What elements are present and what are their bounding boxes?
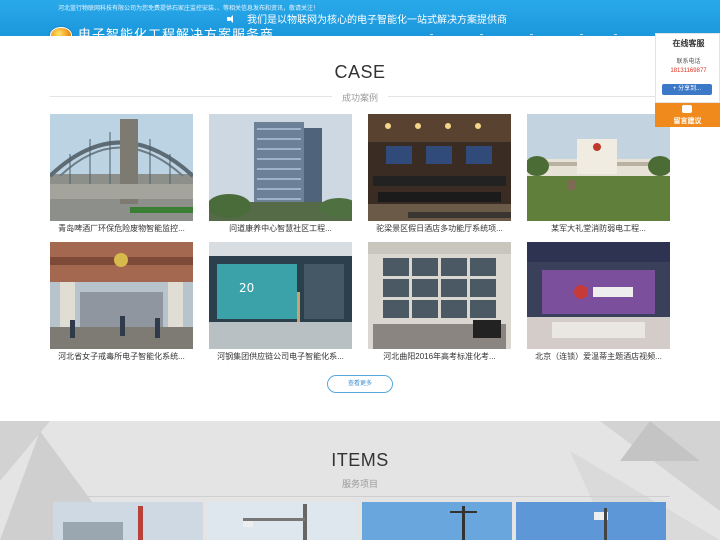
case-card[interactable]: 20 河钢集团供应链公司电子智能化系...: [209, 242, 352, 369]
online-service-title: 在线客服: [672, 39, 705, 48]
slogan-text: 我们是以物联网为核心的电子智能化一站式解决方案提供商: [247, 15, 507, 26]
divider-line: [50, 496, 670, 497]
items-section-title: ITEMS: [331, 450, 389, 470]
service-image-cctv[interactable]: [516, 502, 666, 540]
case-caption[interactable]: 青岛啤酒厂环保危险废物智能监控...: [50, 223, 193, 234]
case-card[interactable]: 河北省女子戒毒所电子智能化系统...: [50, 242, 193, 369]
view-more-button[interactable]: 查看更多: [327, 375, 393, 393]
message-label: 留言建议: [673, 118, 702, 125]
nav-indicator: [430, 34, 433, 35]
svg-text:20: 20: [239, 281, 254, 295]
case-image-monitors[interactable]: [368, 242, 511, 349]
case-card[interactable]: 驼梁景区假日酒店多功能厅系统项...: [368, 114, 511, 241]
company-logo[interactable]: [50, 27, 72, 36]
case-caption[interactable]: 河北省女子戒毒所电子智能化系统...: [50, 351, 193, 362]
speaker-icon: [227, 14, 237, 23]
case-caption[interactable]: 河钢集团供应链公司电子智能化系...: [209, 351, 352, 362]
case-image-tower[interactable]: [209, 114, 352, 221]
case-card[interactable]: 问道康养中心智慧社区工程...: [209, 114, 352, 241]
case-card[interactable]: 某军大礼堂消防弱电工程...: [527, 114, 670, 241]
service-image-building[interactable]: [53, 502, 203, 540]
case-caption[interactable]: 北京（连锁）爱温蒂主题酒店视频...: [527, 351, 670, 362]
plus-icon: +: [672, 86, 677, 92]
top-header: 河北蓝行物联网科技有限公司为您免费提供石家庄监控安装、、等相关信息发布和资讯，敬…: [0, 0, 720, 36]
service-image-antenna[interactable]: [362, 502, 512, 540]
case-image-gate[interactable]: [50, 242, 193, 349]
service-image-camera-pole[interactable]: [208, 502, 358, 540]
contact-label: 联系电话: [676, 59, 701, 65]
case-card[interactable]: 青岛啤酒厂环保危险废物智能监控...: [50, 114, 193, 241]
case-caption[interactable]: 河北曲阳2016年高考标准化考...: [368, 351, 511, 362]
message-button[interactable]: 留言建议: [655, 103, 720, 127]
share-button[interactable]: + 分享到...: [662, 84, 712, 95]
case-image-hotel[interactable]: [527, 242, 670, 349]
nav-indicator: [614, 34, 617, 35]
chat-icon: [682, 105, 692, 113]
case-caption[interactable]: 某军大礼堂消防弱电工程...: [527, 223, 670, 234]
nav-indicator: [480, 34, 483, 35]
case-caption[interactable]: 驼梁景区假日酒店多功能厅系统项...: [368, 223, 511, 234]
case-image-hall[interactable]: [368, 114, 511, 221]
share-label: 分享到...: [678, 86, 702, 92]
nav-indicator: [530, 34, 533, 35]
contact-phone[interactable]: 18131169877: [656, 68, 720, 74]
case-caption[interactable]: 问道康养中心智慧社区工程...: [209, 223, 352, 234]
logo-tagline: 电子智能化工程解决方案服务商: [78, 28, 275, 36]
case-image-auditorium[interactable]: [527, 114, 670, 221]
case-section-title: CASE: [334, 62, 386, 82]
case-card[interactable]: 河北曲阳2016年高考标准化考...: [368, 242, 511, 369]
items-section-subtitle: 服务项目: [341, 479, 378, 489]
case-section-subtitle: 成功案例: [341, 93, 378, 103]
case-image-lobby[interactable]: 20: [209, 242, 352, 349]
case-card[interactable]: 北京（连锁）爱温蒂主题酒店视频...: [527, 242, 670, 369]
nav-indicator: [580, 34, 583, 35]
case-image-brewery[interactable]: [50, 114, 193, 221]
